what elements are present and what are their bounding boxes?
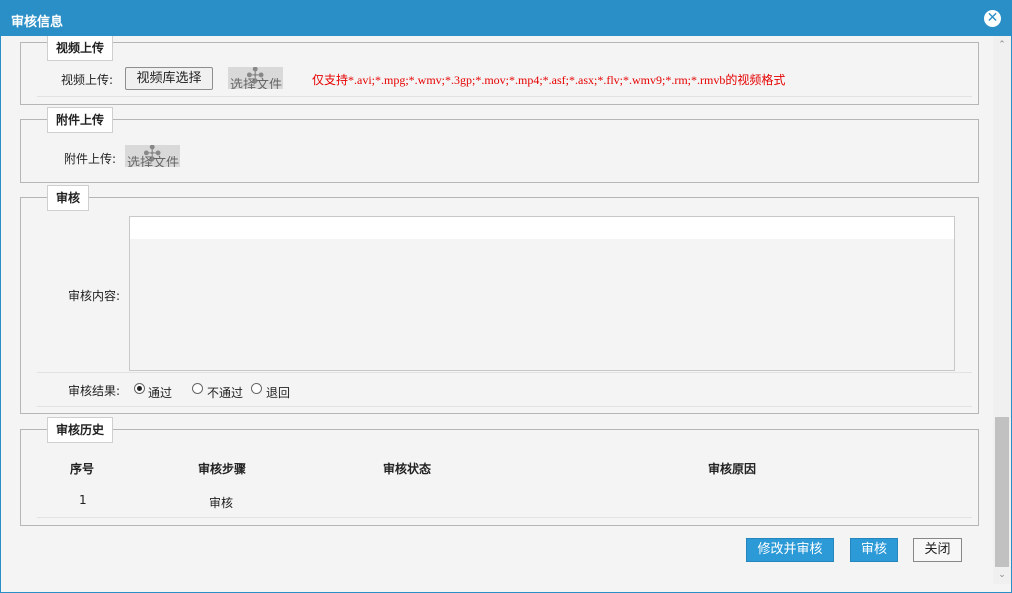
review-history-legend: 审核历史: [47, 417, 114, 443]
video-upload-button-label: 选择文件: [230, 78, 283, 89]
history-cell-index: 1: [79, 493, 87, 507]
scrollbar-thumb[interactable]: [995, 417, 1009, 567]
row-divider: [37, 517, 972, 518]
video-upload-label: 视频上传:: [61, 73, 114, 87]
dialog-title: 审核信息: [11, 15, 64, 30]
column-header-index: 序号: [70, 462, 95, 476]
close-button[interactable]: 关闭: [913, 538, 962, 562]
review-history-section: 审核历史 序号 审核步骤 审核状态 审核原因 1 审核: [20, 417, 979, 526]
row-divider: [37, 96, 972, 97]
radio-pass[interactable]: [134, 383, 145, 394]
review-section: 审核 审核内容: 审核结果: 通过 不通过 退回: [20, 185, 979, 414]
video-upload-button[interactable]: ✣ 选择文件: [228, 67, 283, 89]
scroll-down-arrow-icon[interactable]: ⌄: [993, 568, 1011, 582]
radio-pass-label[interactable]: 通过: [148, 384, 172, 401]
attachment-upload-legend: 附件上传: [47, 107, 114, 133]
radio-fail-label[interactable]: 不通过: [207, 384, 243, 401]
attachment-upload-label: 附件上传:: [64, 152, 117, 166]
review-result-label: 审核结果:: [68, 384, 121, 398]
review-legend: 审核: [47, 185, 90, 211]
radio-return-label[interactable]: 退回: [266, 384, 290, 401]
radio-return[interactable]: [251, 383, 262, 394]
radio-fail[interactable]: [192, 383, 203, 394]
review-dialog: 审核信息 ✕ 视频上传 视频上传: 视频库选择 ✣ 选择文件 仅支持*.avi;…: [0, 0, 1012, 593]
dialog-titlebar: 审核信息 ✕: [1, 1, 1011, 36]
review-button[interactable]: 审核: [850, 538, 898, 562]
video-upload-legend: 视频上传: [47, 36, 114, 61]
column-header-reason: 审核原因: [708, 462, 757, 476]
dialog-content: 视频上传 视频上传: 视频库选择 ✣ 选择文件 仅支持*.avi;*.mpg;*…: [1, 36, 991, 592]
column-header-step: 审核步骤: [198, 462, 247, 476]
video-upload-section: 视频上传 视频上传: 视频库选择 ✣ 选择文件 仅支持*.avi;*.mpg;*…: [20, 36, 979, 105]
modify-and-review-button[interactable]: 修改并审核: [746, 538, 834, 562]
review-content-label: 审核内容:: [68, 289, 121, 303]
row-divider: [37, 372, 972, 373]
attachment-upload-button-label: 选择文件: [127, 156, 180, 167]
attachment-upload-section: 附件上传 附件上传: ✣ 选择文件: [20, 107, 979, 183]
row-divider: [37, 406, 972, 407]
vertical-scrollbar[interactable]: ⌃ ⌄: [993, 36, 1011, 584]
video-format-hint: 仅支持*.avi;*.mpg;*.wmv;*.3gp;*.mov;*.mp4;*…: [312, 73, 786, 87]
textarea-body: [130, 239, 954, 370]
attachment-upload-button[interactable]: ✣ 选择文件: [125, 145, 180, 167]
column-header-status: 审核状态: [383, 462, 432, 476]
review-content-textarea[interactable]: [129, 216, 955, 371]
scroll-up-arrow-icon[interactable]: ⌃: [993, 38, 1011, 52]
history-cell-step: 审核: [209, 496, 234, 510]
video-library-button[interactable]: 视频库选择: [125, 67, 213, 90]
close-icon[interactable]: ✕: [984, 10, 1001, 27]
